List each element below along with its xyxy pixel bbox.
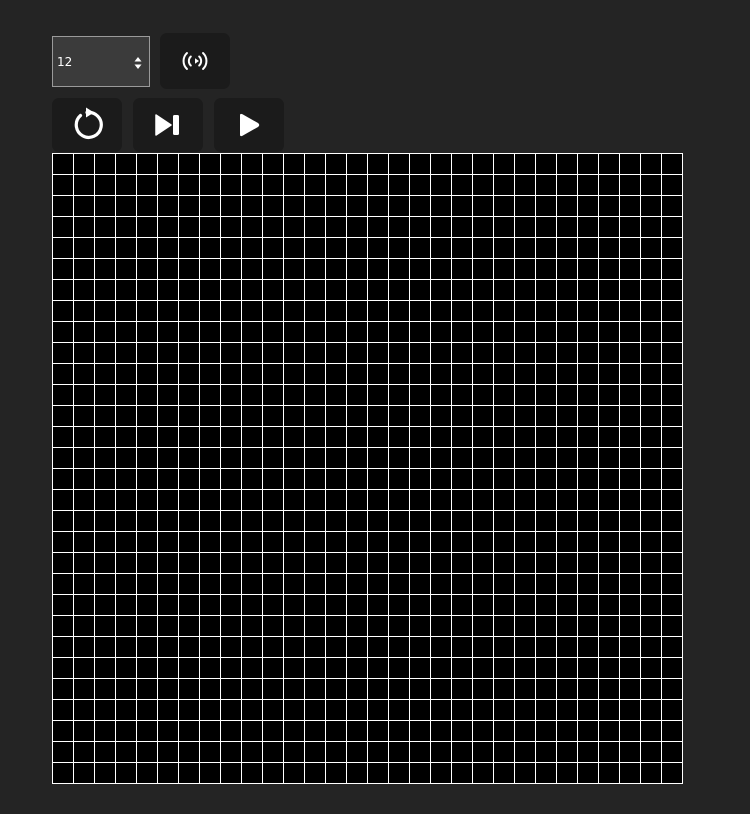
step-forward-icon [155, 114, 179, 136]
play-icon [240, 113, 260, 137]
game-board[interactable] [52, 153, 683, 784]
step-button[interactable] [133, 98, 203, 152]
spinner-icon[interactable] [134, 56, 142, 70]
reset-icon [74, 107, 103, 139]
broadcast-icon [182, 52, 208, 70]
broadcast-button[interactable] [160, 33, 230, 89]
play-button[interactable] [214, 98, 284, 152]
speed-input-value: 12 [57, 54, 73, 69]
top-toolbar: 12 [52, 33, 230, 89]
speed-input[interactable]: 12 [52, 35, 150, 87]
playback-toolbar [52, 98, 284, 152]
reset-button[interactable] [52, 98, 122, 152]
